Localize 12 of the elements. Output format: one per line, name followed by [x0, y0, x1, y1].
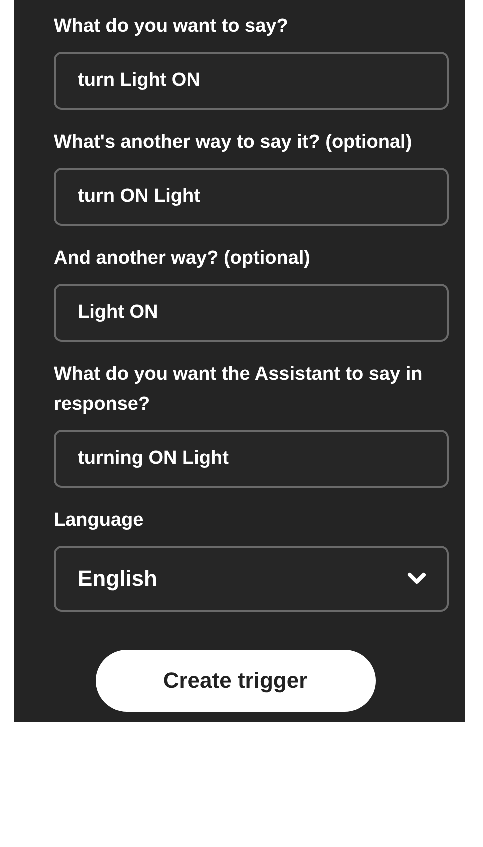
chevron-down-icon: [407, 572, 427, 586]
input-field[interactable]: Light ON: [54, 284, 449, 342]
field-label: What do you want the Assistant to say in response?: [54, 363, 424, 417]
create-trigger-button[interactable]: Create trigger: [96, 650, 376, 712]
input-field[interactable]: turn ON Light: [54, 168, 449, 226]
field-label: What's another way to say it? (optional): [54, 131, 414, 155]
language-dropdown[interactable]: English: [54, 546, 449, 612]
input-field[interactable]: turn Light ON: [54, 52, 449, 110]
field-label: And another way? (optional): [54, 247, 312, 271]
field-label: What do you want to say?: [54, 15, 290, 39]
input-field[interactable]: turning ON Light: [54, 430, 449, 488]
field-label: Language: [54, 509, 145, 533]
